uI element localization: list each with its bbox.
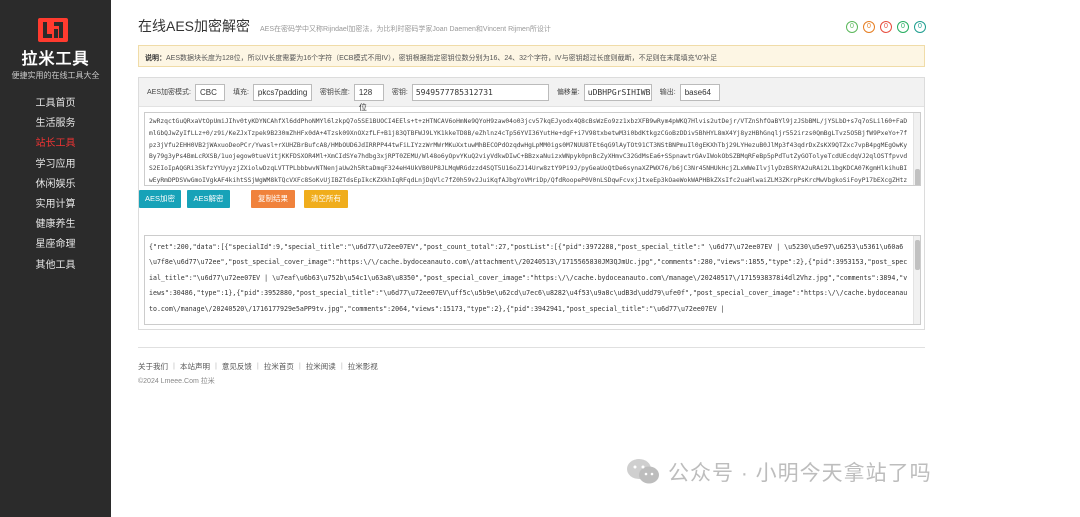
wechat-icon <box>627 459 659 484</box>
share-circle-5[interactable]: 0 <box>914 21 926 33</box>
share-circle-2[interactable]: 0 <box>863 21 875 33</box>
footer-sep: | <box>256 361 259 370</box>
output-label: 输出: <box>659 89 676 96</box>
aes-panel: AES加密模式: CBC 填充: pkcs7padding 密钥长度: 128位… <box>138 77 925 330</box>
share-circle-3[interactable]: 0 <box>880 21 892 33</box>
mode-value: CBC <box>199 87 217 97</box>
footer-sep: | <box>214 361 217 370</box>
output-value: base64 <box>684 87 711 97</box>
padding-select[interactable]: pkcs7padding <box>252 83 312 101</box>
notice-box: 说明：AES数据块长度为128位，所以IV长度需要为16个字符（ECB模式不用I… <box>138 45 925 67</box>
copy-result-button[interactable]: 复制结果 <box>251 190 295 208</box>
footer-link-about[interactable]: 关于我们 <box>138 361 168 372</box>
footer-link-statement[interactable]: 本站声明 <box>180 361 210 372</box>
output-textarea[interactable]: {"ret":200,"data":[{"specialId":9,"speci… <box>144 235 921 325</box>
sidebar-item-life[interactable]: 生活服务 <box>0 114 111 134</box>
sidebar: 拉米工具 便捷实用的在线工具大全 工具首页 生活服务 站长工具 学习应用 休闲娱… <box>0 0 111 517</box>
output-text: {"ret":200,"data":[{"specialId":9,"speci… <box>149 243 908 313</box>
options-bar: AES加密模式: CBC 填充: pkcs7padding 密钥长度: 128位… <box>139 78 924 112</box>
keylen-select[interactable]: 128位 <box>353 83 384 112</box>
sidebar-item-leisure[interactable]: 休闲娱乐 <box>0 175 111 195</box>
footer-sep: | <box>173 361 175 370</box>
clear-all-button[interactable]: 清空所有 <box>304 190 348 208</box>
key-label: 密钥: <box>391 89 408 96</box>
aes-decrypt-button[interactable]: AES解密 <box>187 190 230 208</box>
footer-sep: | <box>298 361 301 370</box>
keylen-value: 128位 <box>358 87 373 112</box>
title-row: 在线AES加密解密 AES在密码学中又称Rijndael加密法，为比利时密码学家… <box>138 16 551 36</box>
share-circle-4[interactable]: 0 <box>897 21 909 33</box>
sidebar-item-webmaster[interactable]: 站长工具 <box>0 134 111 154</box>
output-select[interactable]: base64 <box>679 83 720 101</box>
footer-link-home[interactable]: 拉米首页 <box>264 361 294 372</box>
output-scroll-thumb[interactable] <box>915 240 920 270</box>
input-textarea[interactable]: 2wRzqctGuQRxaVtOpUmiJIhv0tyKDYNCAhfXl6dd… <box>144 112 921 186</box>
brand-tagline: 便捷实用的在线工具大全 <box>11 71 100 80</box>
button-row: AES加密 AES解密 复制结果 清空所有 <box>139 188 924 213</box>
sidebar-item-home[interactable]: 工具首页 <box>0 94 111 114</box>
notice-text: AES数据块长度为128位，所以IV长度需要为16个字符（ECB模式不用IV），… <box>166 55 718 62</box>
input-scroll-thumb[interactable] <box>915 169 920 185</box>
brand-name: 拉米工具 <box>21 51 90 68</box>
copyright: ©2024 Lmeee.Com 拉米 <box>138 378 215 385</box>
page-subtitle: AES在密码学中又称Rijndael加密法，为比利时密码学家Joan Daeme… <box>260 26 551 33</box>
notice-prefix: 说明： <box>145 55 166 62</box>
sidebar-item-calculators[interactable]: 实用计算 <box>0 195 111 215</box>
padding-value: pkcs7padding <box>257 87 308 97</box>
input-scrollbar[interactable] <box>913 113 920 185</box>
footer-link-reading[interactable]: 拉米阅读 <box>306 361 336 372</box>
mode-label: AES加密模式: <box>147 89 191 96</box>
mode-select[interactable]: CBC <box>194 83 225 101</box>
watermark: 公众号 · 小明今天拿站了吗 <box>626 452 932 492</box>
footer-divider <box>138 347 925 348</box>
share-circles: 0 0 0 0 0 <box>846 21 926 33</box>
output-scrollbar[interactable] <box>913 236 920 324</box>
sidebar-item-learning[interactable]: 学习应用 <box>0 155 111 175</box>
sidebar-item-health[interactable]: 健康养生 <box>0 215 111 235</box>
key-input[interactable]: 5949577785312731 <box>411 83 549 101</box>
page-title: 在线AES加密解密 <box>138 18 251 34</box>
padding-label: 填充: <box>232 89 249 96</box>
aes-encrypt-button[interactable]: AES加密 <box>139 190 181 208</box>
iv-input[interactable]: uDBHPGrSIHIWB1NT <box>583 83 652 101</box>
watermark-text: 公众号 · 小明今天拿站了吗 <box>668 462 932 485</box>
footer-link-video[interactable]: 拉米影视 <box>348 361 378 372</box>
footer-sep: | <box>340 361 343 370</box>
sidebar-item-others[interactable]: 其他工具 <box>0 256 111 276</box>
input-text: 2wRzqctGuQRxaVtOpUmiJIhv0tyKDYNCAhfXl6dd… <box>149 118 908 184</box>
sidebar-item-astrology[interactable]: 星座命理 <box>0 235 111 255</box>
site-logo-icon <box>38 18 68 42</box>
keylen-label: 密钥长度: <box>319 89 350 96</box>
footer-links: 关于我们 | 本站声明 | 意见反馈 | 拉米首页 | 拉米阅读 | 拉米影视 <box>138 361 378 372</box>
share-circle-1[interactable]: 0 <box>846 21 858 33</box>
sidebar-nav: 工具首页 生活服务 站长工具 学习应用 休闲娱乐 实用计算 健康养生 星座命理 … <box>0 94 111 276</box>
footer-link-feedback[interactable]: 意见反馈 <box>222 361 252 372</box>
main-content: 在线AES加密解密 AES在密码学中又称Rijndael加密法，为比利时密码学家… <box>111 0 1080 517</box>
iv-label: 偏移量: <box>556 89 580 96</box>
